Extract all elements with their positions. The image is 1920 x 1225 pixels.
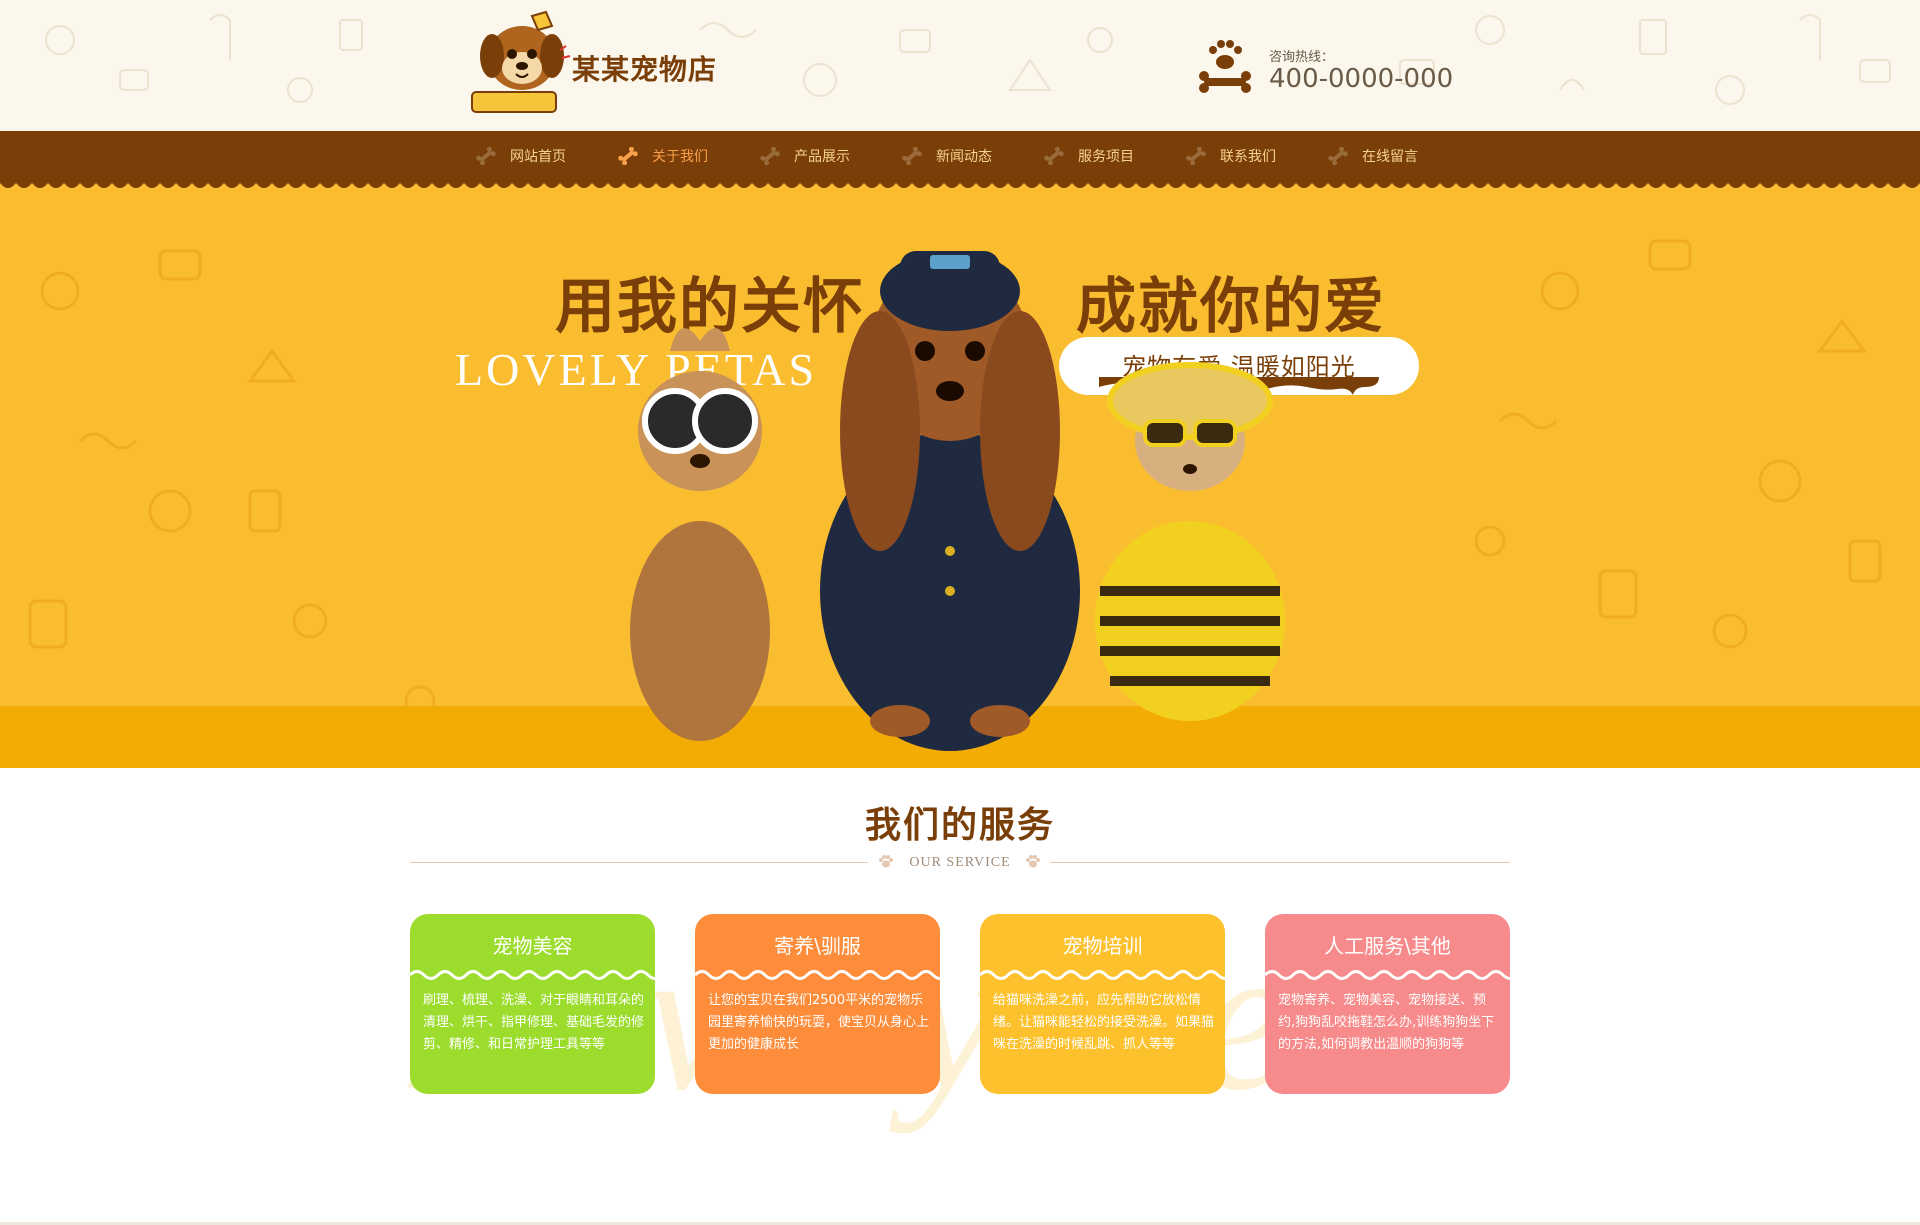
card-title: 宠物美容 [492,934,573,958]
site-header: 某某宠物店 咨询热线： 400-0000-000 [0,0,1920,131]
services-section: Lovely Pets 我们的服务 OUR SERVICE 宠物美容 刷理、梳理… [0,768,1920,1225]
bone-icon [760,147,780,165]
section-subtitle: OUR SERVICE [909,855,1011,870]
bone-icon [1328,147,1348,165]
card-header: 寄养\驯服 [695,914,940,974]
service-card-boarding[interactable]: 寄养\驯服 让您的宝贝在我们2500平米的宠物乐园里寄养愉快的玩耍，使宝贝从身心… [695,914,940,1094]
card-wave-divider [410,970,655,980]
card-title: 寄养\驯服 [774,934,861,958]
card-header: 宠物培训 [980,914,1225,974]
bone-icon [618,147,638,165]
hotline-number: 400-0000-000 [1269,64,1454,94]
nav-label: 服务项目 [1078,149,1134,165]
card-description: 给猫咪洗澡之前，应先帮助它放松情绪。让猫咪能轻松的接受洗澡。如果猫咪在洗澡的时候… [993,993,1215,1052]
nav-label: 新闻动态 [936,149,992,165]
nav-label: 在线留言 [1362,149,1418,165]
brand-name: 某某宠物店 [572,53,718,86]
nav-item-products[interactable]: 产品展示 [760,131,850,181]
card-title: 宠物培训 [1062,934,1143,958]
paw-bone-icon [1199,40,1251,93]
pet-shop-logo[interactable] [470,10,580,118]
yorkie-dog [630,328,770,741]
three-dogs-illustration [630,251,1285,751]
service-cards: 宠物美容 刷理、梳理、洗澡、对于眼睛和耳朵的清理、烘干、指甲修理、基础毛发的修剪… [410,914,1510,1094]
card-header: 宠物美容 [410,914,655,974]
nav-item-services[interactable]: 服务项目 [1044,131,1134,181]
section-title: 我们的服务 [864,805,1055,846]
card-description: 让您的宝贝在我们2500平米的宠物乐园里寄养愉快的玩耍，使宝贝从身心上更加的健康… [708,993,930,1052]
hotline-label: 咨询热线： [1269,50,1335,65]
nav-item-message[interactable]: 在线留言 [1328,131,1418,181]
nav-label: 产品展示 [794,149,850,165]
card-wave-divider [1265,970,1510,980]
bone-icon [1044,147,1064,165]
service-card-training[interactable]: 宠物培训 给猫咪洗澡之前，应先帮助它放松情绪。让猫咪能轻松的接受洗澡。如果猫咪在… [980,914,1225,1094]
chihuahua-dog [1095,362,1285,721]
header-doodle-pattern [45,14,1891,105]
card-description: 宠物寄养、宠物美容、宠物接送、预约,狗狗乱咬拖鞋怎么办,训练狗狗坐下的方法,如何… [1278,993,1495,1052]
nav-item-contact[interactable]: 联系我们 [1186,131,1276,181]
nav-item-about[interactable]: 关于我们 [618,131,708,181]
bone-icon [476,147,496,165]
main-nav: 网站首页 关于我们 产品展示 新闻动态 服务项目 联系我们 在线留言 [0,131,1920,181]
card-header: 人工服务\其他 [1265,914,1510,974]
nav-label: 网站首页 [510,149,566,165]
hero-banner[interactable]: 用我的关怀 LOVELY PETAS 成就你的爱 宠物有爱 温暖如阳光 [0,181,1920,768]
spaniel-dog [820,251,1080,751]
card-description: 刷理、梳理、洗澡、对于眼睛和耳朵的清理、烘干、指甲修理、基础毛发的修剪、精修、和… [423,993,645,1052]
nav-items: 网站首页 关于我们 产品展示 新闻动态 服务项目 联系我们 在线留言 [476,131,1470,181]
nav-scallop-edge [0,179,1920,188]
nav-item-home[interactable]: 网站首页 [476,131,566,181]
nav-label: 关于我们 [652,149,708,165]
bone-icon [902,147,922,165]
bone-icon [1186,147,1206,165]
card-wave-divider [980,970,1225,980]
service-card-grooming[interactable]: 宠物美容 刷理、梳理、洗澡、对于眼睛和耳朵的清理、烘干、指甲修理、基础毛发的修剪… [410,914,655,1094]
nav-item-news[interactable]: 新闻动态 [902,131,992,181]
service-card-other[interactable]: 人工服务\其他 宠物寄养、宠物美容、宠物接送、预约,狗狗乱咬拖鞋怎么办,训练狗狗… [1265,914,1510,1094]
card-wave-divider [695,970,940,980]
nav-label: 联系我们 [1220,149,1276,165]
card-title: 人工服务\其他 [1324,934,1451,958]
